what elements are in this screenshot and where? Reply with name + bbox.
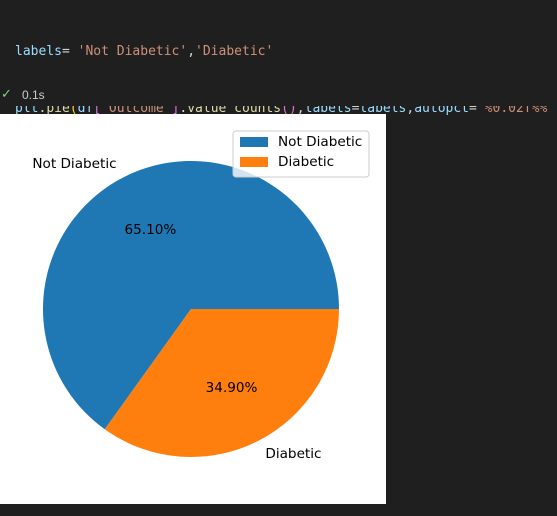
legend-swatch <box>240 137 268 147</box>
legend-swatch <box>240 157 268 167</box>
check-icon: ✓ <box>1 86 12 101</box>
pie-category-label: Diabetic <box>265 446 321 462</box>
code-line-1: labels= 'Not Diabetic','Diabetic' <box>15 42 557 61</box>
code-token: = <box>61 43 78 59</box>
pie-category-label: Not Diabetic <box>32 156 116 172</box>
code-cell[interactable]: labels= 'Not Diabetic','Diabetic' plt.pi… <box>0 0 557 232</box>
cell-output: 65.10% Not Diabetic 34.90% Diabetic Not Diab… <box>0 114 386 504</box>
execution-time: 0.1s <box>22 88 45 102</box>
code-token: 'Diabetic' <box>195 43 274 59</box>
pie-pct-label: 34.90% <box>206 380 258 396</box>
code-token: , <box>187 43 196 59</box>
code-token: 'Not Diabetic' <box>77 43 188 59</box>
pie-chart: 65.10%Not Diabetic34.90%DiabeticNot Diab… <box>32 130 370 462</box>
legend-label: Diabetic <box>278 154 334 170</box>
chart-legend: Not Diabetic Diabetic <box>232 130 370 178</box>
cell-status: ✓ 0.1s <box>0 84 557 106</box>
pie-pct-label: 65.10% <box>125 222 177 238</box>
code-token: labels <box>15 43 62 59</box>
legend-label: Not Diabetic <box>278 134 362 150</box>
